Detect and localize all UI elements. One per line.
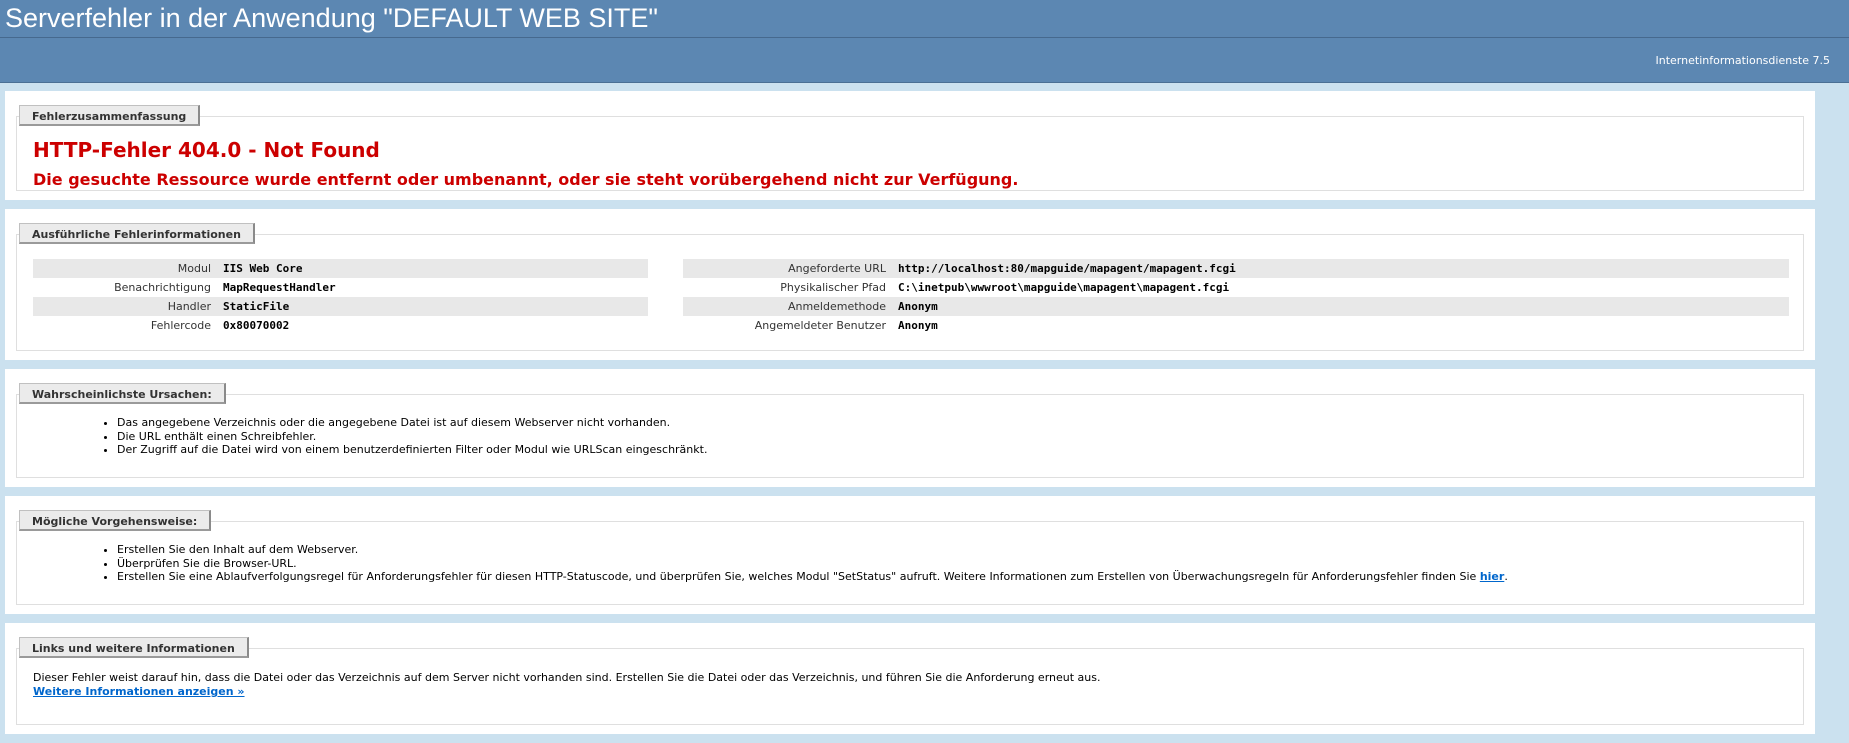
detail-value: http://localhost:80/mapguide/mapagent/ma… [898, 259, 1789, 278]
links-panel: Links und weitere Informationen Dieser F… [5, 623, 1815, 734]
list-item-suffix: . [1504, 570, 1508, 583]
detail-value: 0x80070002 [223, 319, 290, 332]
more-info-link[interactable]: Weitere Informationen anzeigen » [33, 685, 245, 698]
detail-row-path: Physikalischer Pfad C:\inetpub\wwwroot\m… [683, 278, 1789, 297]
detail-value: Anonym [898, 297, 1789, 316]
detail-label: Physikalischer Pfad [780, 281, 886, 294]
here-link[interactable]: hier [1480, 570, 1505, 583]
summary-legend: Fehlerzusammenfassung [19, 105, 201, 126]
detail-label: Angemeldeter Benutzer [754, 319, 886, 332]
detail-row-user: Angemeldeter Benutzer Anonym [683, 316, 1789, 335]
list-item-text: Erstellen Sie eine Ablaufverfolgungsrege… [117, 570, 1480, 583]
links-legend: Links und weitere Informationen [19, 637, 249, 658]
details-left-table: Modul IIS Web Core Benachrichtigung MapR… [33, 259, 648, 335]
list-item: Erstellen Sie eine Ablaufverfolgungsrege… [117, 570, 1508, 584]
detail-row-notification: Benachrichtigung MapRequestHandler [33, 278, 648, 297]
server-version: Internetinformationsdienste 7.5 [1655, 54, 1830, 67]
detail-label: Anmeldemethode [683, 297, 898, 316]
causes-list: Das angegebene Verzeichnis oder die ange… [100, 416, 707, 457]
list-item: Das angegebene Verzeichnis oder die ange… [117, 416, 707, 430]
detail-row-handler: Handler StaticFile [33, 297, 648, 316]
detail-value: IIS Web Core [223, 259, 648, 278]
detail-value: MapRequestHandler [223, 281, 336, 294]
detail-label: Angeforderte URL [683, 259, 898, 278]
content-area: Fehlerzusammenfassung HTTP-Fehler 404.0 … [5, 91, 1815, 743]
links-description: Dieser Fehler weist darauf hin, dass die… [33, 671, 1101, 684]
error-message: Die gesuchte Ressource wurde entfernt od… [33, 170, 1019, 189]
detail-label: Fehlercode [150, 319, 211, 332]
detail-row-auth: Anmeldemethode Anonym [683, 297, 1789, 316]
detail-value: C:\inetpub\wwwroot\mapguide\mapagent\map… [898, 281, 1230, 294]
details-panel: Ausführliche Fehlerinformationen Modul I… [5, 209, 1815, 360]
page-header: Serverfehler in der Anwendung "DEFAULT W… [0, 0, 1849, 83]
list-item: Überprüfen Sie die Browser-URL. [117, 557, 1508, 571]
detail-row-module: Modul IIS Web Core [33, 259, 648, 278]
detail-row-errorcode: Fehlercode 0x80070002 [33, 316, 648, 335]
actions-list: Erstellen Sie den Inhalt auf dem Webserv… [100, 543, 1508, 584]
page-title: Serverfehler in der Anwendung "DEFAULT W… [5, 3, 658, 33]
actions-panel: Mögliche Vorgehensweise: Erstellen Sie d… [5, 496, 1815, 614]
detail-value: Anonym [898, 319, 938, 332]
list-item: Der Zugriff auf die Datei wird von einem… [117, 443, 707, 457]
links-fieldset [16, 648, 1804, 725]
summary-panel: Fehlerzusammenfassung HTTP-Fehler 404.0 … [5, 91, 1815, 200]
error-title: HTTP-Fehler 404.0 - Not Found [33, 138, 380, 162]
detail-label: Modul [33, 259, 223, 278]
header-divider [0, 37, 1849, 38]
details-legend: Ausführliche Fehlerinformationen [19, 223, 255, 244]
causes-panel: Wahrscheinlichste Ursachen: Das angegebe… [5, 369, 1815, 487]
causes-legend: Wahrscheinlichste Ursachen: [19, 383, 226, 404]
actions-legend: Mögliche Vorgehensweise: [19, 510, 212, 531]
detail-label: Benachrichtigung [114, 281, 211, 294]
detail-label: Handler [33, 297, 223, 316]
details-right-table: Angeforderte URL http://localhost:80/map… [683, 259, 1789, 335]
detail-row-url: Angeforderte URL http://localhost:80/map… [683, 259, 1789, 278]
detail-value: StaticFile [223, 297, 648, 316]
list-item: Die URL enthält einen Schreibfehler. [117, 430, 707, 444]
list-item: Erstellen Sie den Inhalt auf dem Webserv… [117, 543, 1508, 557]
